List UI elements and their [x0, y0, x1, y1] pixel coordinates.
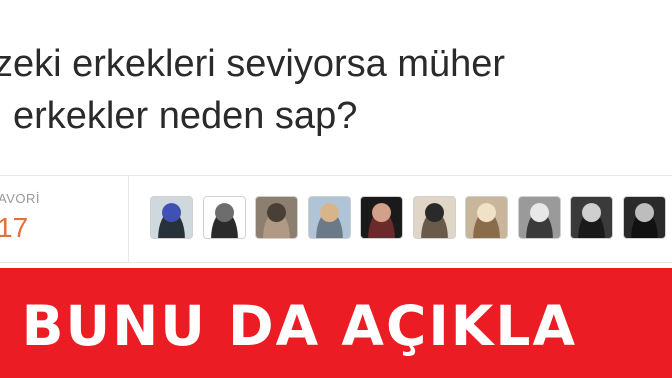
avatar-6[interactable]: [412, 196, 456, 239]
favorites-count: 17: [0, 212, 29, 243]
avatar-9[interactable]: [570, 196, 613, 239]
favorites-stat[interactable]: AVORİ 17: [0, 176, 129, 262]
avatar-8[interactable]: [517, 196, 561, 239]
avatar-7[interactable]: [465, 196, 508, 239]
caption-banner: İ BUNU DA AÇIKLA: [0, 268, 672, 378]
avatar-4[interactable]: [307, 196, 351, 239]
tweet-text-line-2: l erkekler neden sap?: [0, 95, 358, 137]
banner-text: İ BUNU DA AÇIKLA: [0, 294, 578, 358]
avatar-5[interactable]: [360, 196, 403, 239]
avatar-3[interactable]: [255, 196, 298, 239]
avatar-2[interactable]: [202, 196, 246, 239]
tweet-text-line-1: zeki erkekleri seviyorsa müher: [0, 43, 506, 85]
tweet-stats-bar: AVORİ 17: [0, 175, 672, 263]
avatar-1[interactable]: [150, 196, 193, 239]
tweet-text: zeki erkekleri seviyorsa müher l erkekle…: [0, 38, 672, 142]
avatar-10[interactable]: [622, 196, 666, 239]
favorites-label: AVORİ: [0, 191, 40, 206]
